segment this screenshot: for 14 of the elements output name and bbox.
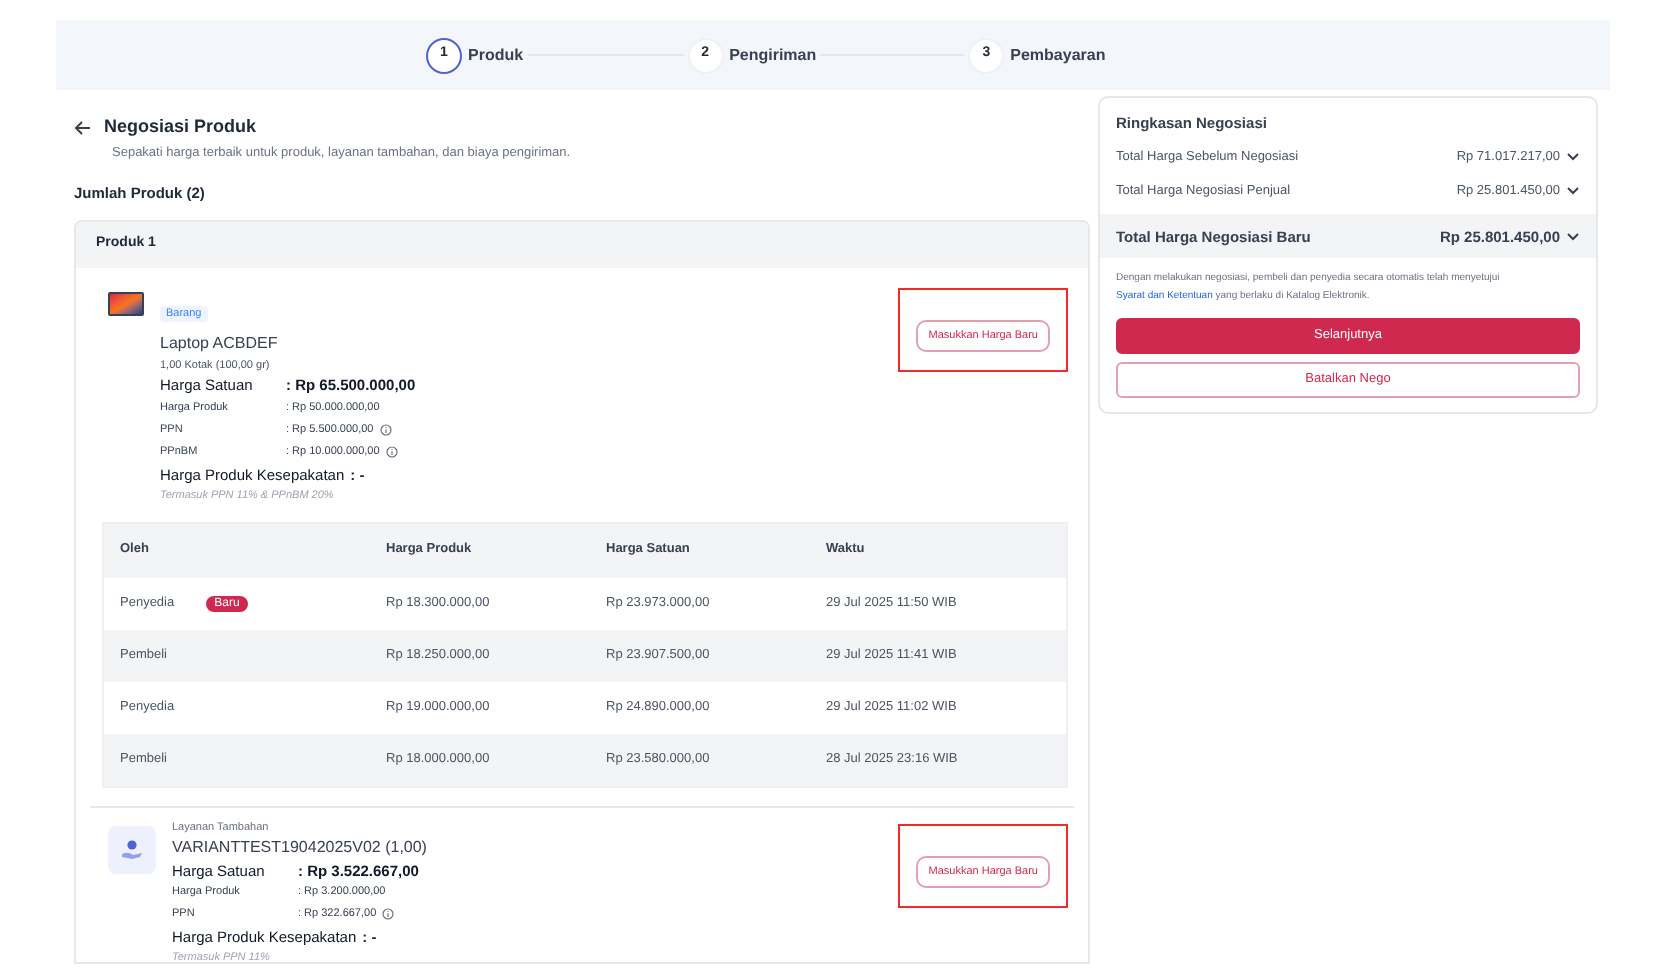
laptop-photo-placeholder xyxy=(108,291,144,315)
step-label[interactable]: Pengiriman xyxy=(729,43,817,67)
info-icon[interactable] xyxy=(379,424,392,436)
step-label[interactable]: Pembayaran xyxy=(1010,43,1106,67)
item-name: VARIANTTEST19042025V02 (1,00) xyxy=(172,835,429,860)
page-title: Negosiasi Produk xyxy=(104,114,257,140)
step-label[interactable]: Produk xyxy=(468,43,524,67)
chevron-down-icon[interactable] xyxy=(1566,152,1580,163)
info-icon[interactable] xyxy=(385,446,398,458)
back-arrow-icon[interactable] xyxy=(74,119,92,136)
chevron-down-icon[interactable] xyxy=(1566,231,1580,242)
chevron-down-icon[interactable] xyxy=(1566,186,1580,197)
info-icon[interactable] xyxy=(382,908,395,921)
item-name: Laptop ACBDEF xyxy=(160,331,280,355)
